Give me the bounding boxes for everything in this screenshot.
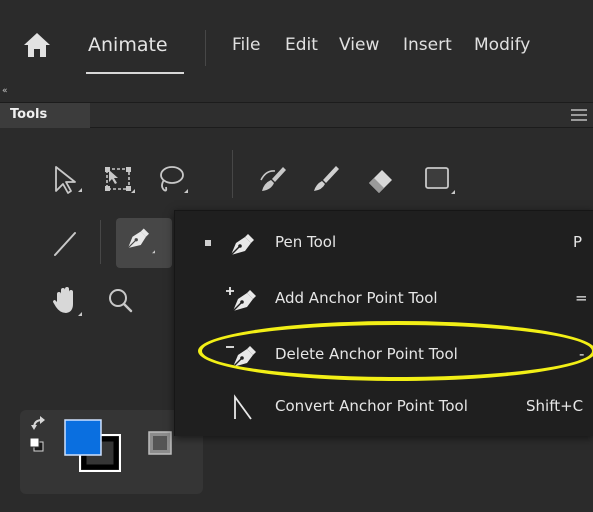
brush-icon bbox=[314, 166, 339, 191]
flyout-item-label: Convert Anchor Point Tool bbox=[275, 397, 468, 415]
flyout-item-shortcut: = bbox=[575, 289, 588, 307]
line-icon bbox=[54, 232, 76, 256]
lasso-icon bbox=[160, 166, 188, 193]
flyout-item-label: Pen Tool bbox=[275, 233, 337, 251]
tools-panel-header: Tools bbox=[0, 102, 593, 128]
line-tool[interactable] bbox=[44, 222, 86, 264]
paint-brush-tool[interactable] bbox=[252, 158, 294, 200]
flyout-item-label: Add Anchor Point Tool bbox=[275, 289, 438, 307]
free-transform-icon bbox=[105, 167, 135, 193]
fill-color-swatch[interactable] bbox=[64, 419, 102, 456]
pen-tool[interactable] bbox=[116, 218, 172, 268]
flyout-item-convert-anchor-point-tool[interactable]: Convert Anchor Point Tool Shift+C bbox=[175, 379, 593, 435]
paint-brush-icon bbox=[260, 167, 286, 191]
no-color-icon[interactable] bbox=[148, 431, 172, 455]
pen-icon bbox=[127, 228, 155, 254]
free-transform-tool[interactable] bbox=[97, 158, 139, 200]
flyout-item-shortcut: Shift+C bbox=[526, 397, 584, 415]
delete-anchor-point-icon bbox=[223, 339, 261, 371]
home-icon[interactable] bbox=[22, 30, 52, 60]
active-tab-underline bbox=[86, 72, 184, 74]
eraser-icon bbox=[369, 170, 392, 193]
selection-icon bbox=[55, 166, 82, 194]
tools-tab[interactable]: Tools bbox=[0, 103, 90, 128]
brush-tool[interactable] bbox=[304, 158, 346, 200]
flyout-item-pen-tool[interactable]: Pen Tool P bbox=[175, 215, 593, 271]
flyout-item-shortcut: P bbox=[573, 233, 583, 251]
flyout-item-delete-anchor-point-tool[interactable]: Delete Anchor Point Tool - bbox=[175, 327, 593, 383]
default-colors-icon[interactable] bbox=[29, 437, 44, 452]
convert-anchor-point-icon bbox=[223, 391, 261, 423]
collapse-panel-icon[interactable]: « bbox=[2, 86, 7, 96]
rectangle-tool[interactable] bbox=[416, 158, 458, 200]
selection-tool[interactable] bbox=[44, 158, 86, 200]
hand-icon bbox=[53, 287, 82, 316]
menu-file[interactable]: File bbox=[232, 35, 260, 55]
tool-divider bbox=[232, 150, 233, 198]
hand-tool[interactable] bbox=[44, 280, 86, 322]
selected-indicator bbox=[205, 240, 211, 246]
lasso-tool[interactable] bbox=[150, 158, 192, 200]
menu-bar: Animate File Edit View Insert Modify bbox=[0, 0, 593, 88]
add-anchor-point-icon bbox=[223, 283, 261, 315]
flyout-item-add-anchor-point-tool[interactable]: Add Anchor Point Tool = bbox=[175, 271, 593, 327]
eraser-tool[interactable] bbox=[360, 158, 402, 200]
panel-menu-icon[interactable] bbox=[571, 109, 587, 123]
rectangle-icon bbox=[425, 167, 455, 194]
zoom-tool[interactable] bbox=[100, 280, 142, 322]
app-name-tab[interactable]: Animate bbox=[88, 34, 168, 56]
tool-divider bbox=[100, 220, 101, 264]
menu-modify[interactable]: Modify bbox=[474, 35, 530, 55]
zoom-icon bbox=[109, 289, 133, 313]
menu-view[interactable]: View bbox=[339, 35, 379, 55]
flyout-item-shortcut: - bbox=[579, 345, 585, 363]
pen-tools-flyout-menu: Pen Tool P Add Anchor Point Tool = Delet… bbox=[174, 210, 593, 436]
swap-colors-icon[interactable] bbox=[31, 416, 45, 430]
flyout-item-label: Delete Anchor Point Tool bbox=[275, 345, 458, 363]
menu-insert[interactable]: Insert bbox=[403, 35, 452, 55]
pen-icon bbox=[223, 227, 261, 259]
menu-edit[interactable]: Edit bbox=[285, 35, 318, 55]
menu-divider bbox=[205, 30, 206, 66]
